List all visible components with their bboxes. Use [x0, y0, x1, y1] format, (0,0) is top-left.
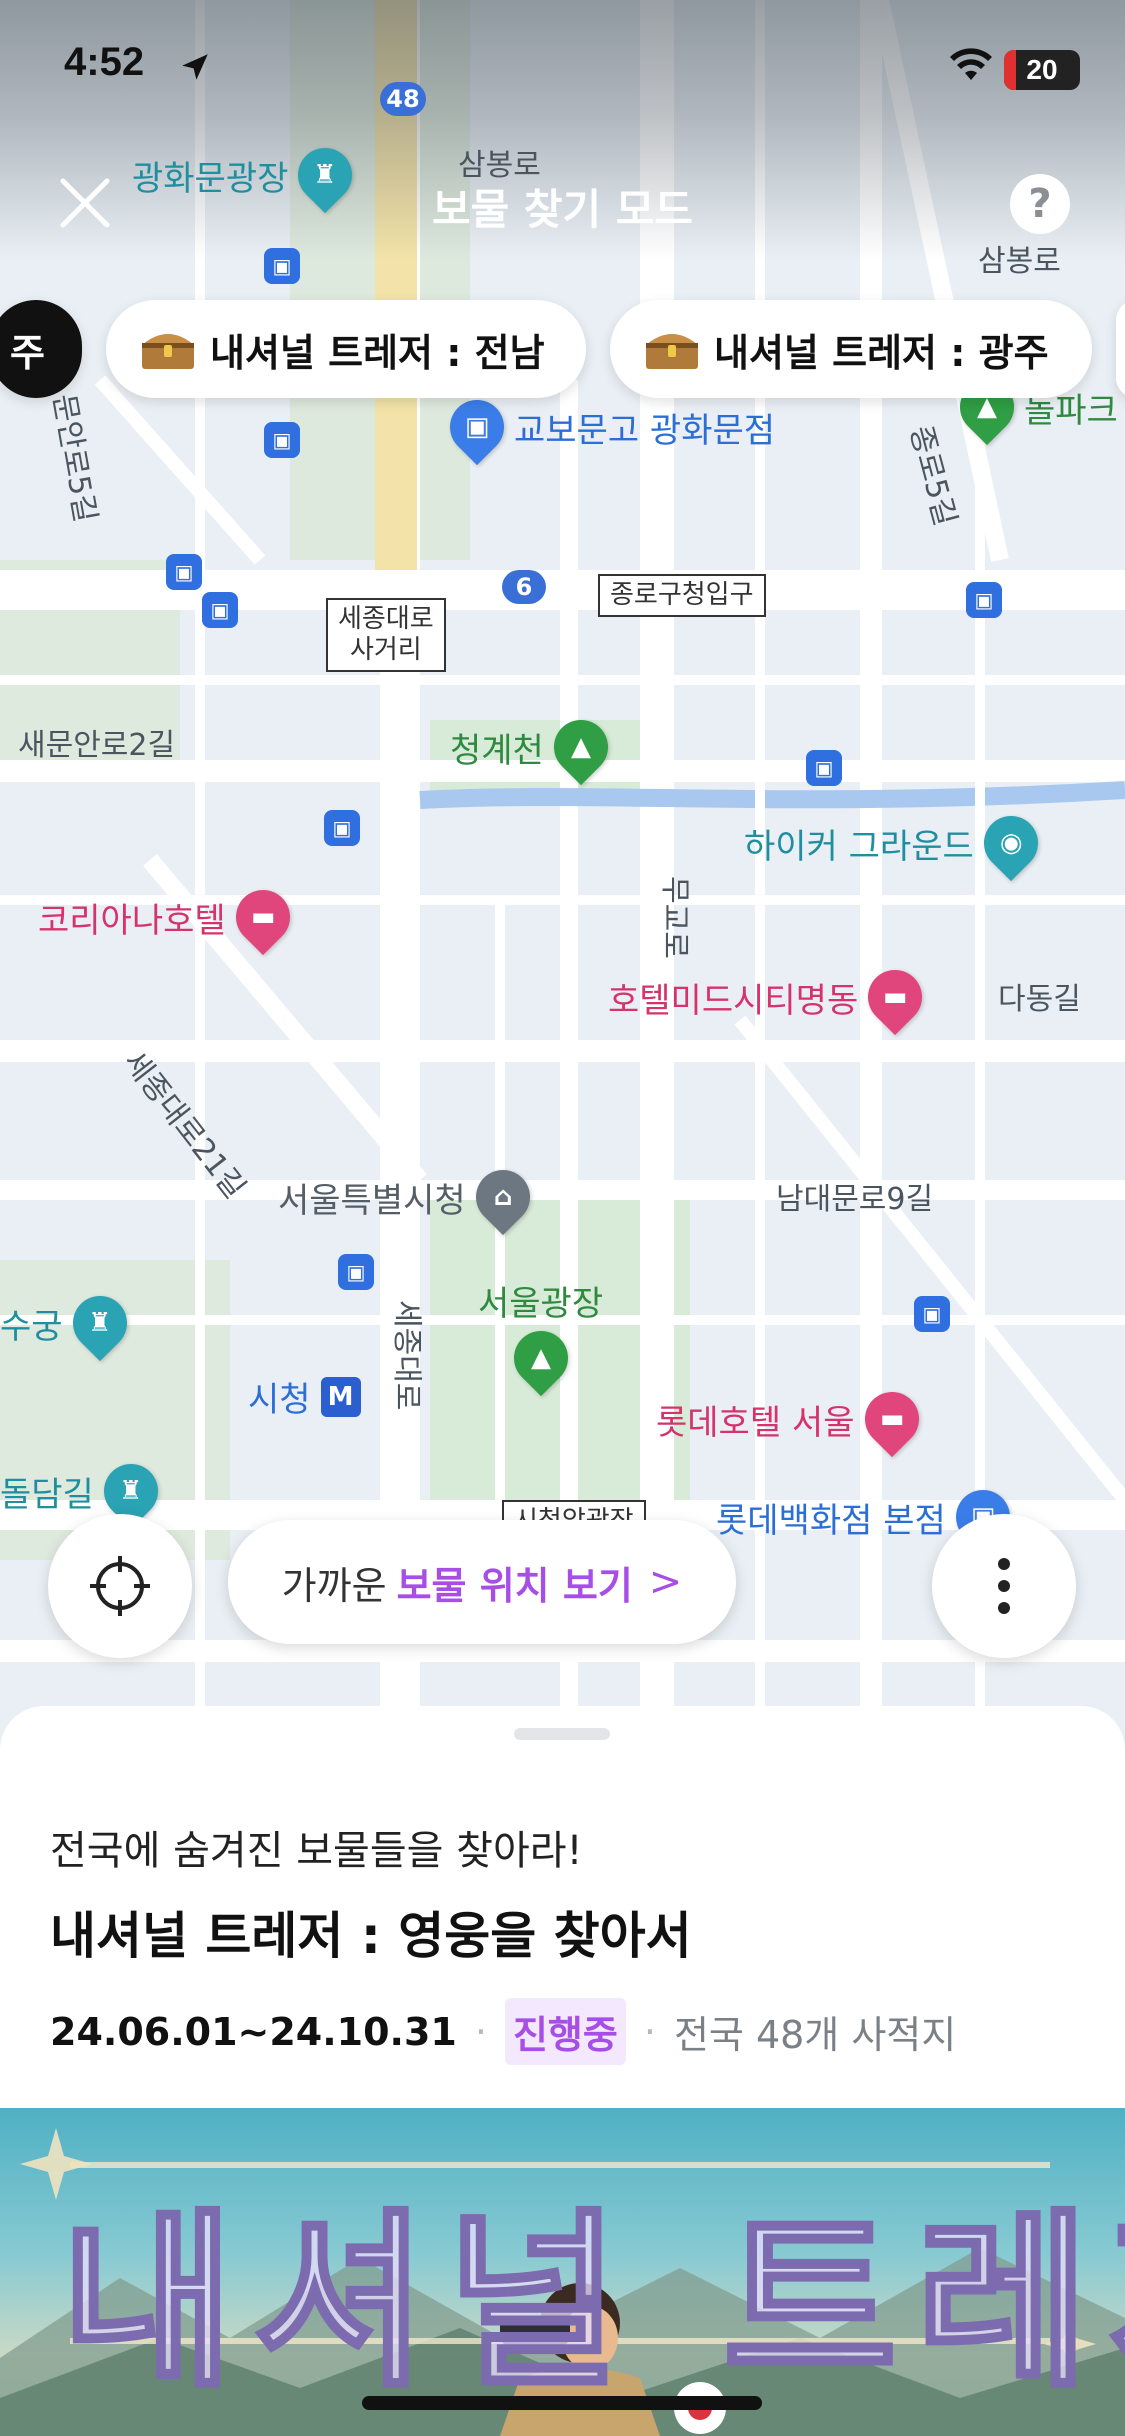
nearby-prefix: 가까운: [281, 1563, 387, 1608]
bus-stop-icon[interactable]: ▣: [966, 582, 1002, 618]
poi-cheonggyecheon[interactable]: 청계천 ▲: [450, 708, 620, 786]
hotel-bed-icon: ▬: [224, 878, 301, 956]
poi-hiker-ground[interactable]: 하이커 그라운드 ◉: [744, 804, 1049, 882]
chip-label: 주: [10, 330, 45, 375]
nearby-accent: 보물 위치 보기: [396, 1563, 633, 1608]
poi-label: 서울특별시청: [278, 1180, 466, 1221]
poi-lotte-hotel[interactable]: 롯데호텔 서울 ▬: [656, 1380, 930, 1458]
station-entrance-label: 종로구청입구: [598, 574, 766, 618]
event-meta: 24.06.01~24.10.31 · 진행중 · 전국 48개 사적지: [50, 1998, 956, 2065]
metro-icon: M: [320, 1376, 361, 1417]
bus-stop-icon[interactable]: ▣: [264, 422, 300, 458]
status-bar: 4:52 20: [0, 0, 1125, 130]
castle-icon: ♜: [61, 1284, 138, 1362]
hotel-bed-icon: ▬: [853, 1380, 930, 1458]
poi-deoksugung[interactable]: 수궁 ♜: [0, 1284, 138, 1362]
bus-stop-icon[interactable]: ▣: [166, 554, 202, 590]
street-label: 남대문로9길: [776, 1182, 934, 1217]
status-badge: 진행중: [504, 1998, 626, 2065]
event-title: 내셔널 트레저 : 영웅을 찾아서: [50, 1907, 692, 1965]
poi-label: 교보문고 광화문점: [514, 410, 776, 451]
banner-title: 내셔널 트레저: [58, 2190, 1125, 2415]
poi-label: 돌담길: [0, 1474, 94, 1515]
battery-indicator: 20: [1004, 50, 1080, 90]
crosshair-icon: [90, 1556, 150, 1616]
event-dates: 24.06.01~24.10.31: [50, 2009, 457, 2054]
tree-icon: ▲: [542, 708, 620, 786]
status-time: 4:52: [64, 40, 145, 84]
intersection-label: 세종대로 사거리: [326, 598, 446, 673]
treasure-chest-icon: [646, 334, 698, 369]
poi-label: 하이커 그라운드: [744, 826, 974, 867]
event-subtitle: 전국에 숨겨진 보물들을 찾아라!: [50, 1828, 583, 1874]
separator-dot: ·: [643, 2009, 656, 2054]
poi-doldam-gil[interactable]: 돌담길 ♜: [0, 1452, 170, 1530]
poi-label: 호텔미드시티명동: [608, 980, 859, 1021]
event-banner[interactable]: 내셔널 트레저: [0, 2108, 1125, 2436]
street-label: 세종대로: [389, 1300, 424, 1411]
chip-national-treasure-gwangju[interactable]: 내셔널 트레저 : 광주: [610, 300, 1092, 398]
chip-next[interactable]: [1116, 300, 1125, 398]
poi-label: 시청: [248, 1380, 311, 1420]
map-view[interactable]: 삼봉로 삼봉로 새문안로2길 세종대로21길 남대문로9길 다동길 세종대로 종…: [0, 0, 1125, 1760]
home-indicator: [362, 2396, 762, 2410]
street-label: 다동길: [998, 982, 1081, 1017]
government-building-icon: ⌂: [464, 1158, 541, 1236]
poi-label: 롯데백화점 본점: [716, 1500, 946, 1541]
page-title: 보물 찾기 모드: [431, 185, 694, 234]
more-vertical-icon: [998, 1558, 1010, 1614]
poi-label: 서울광장: [478, 1284, 604, 1324]
chip-label: 내셔널 트레저 : 전남: [210, 330, 545, 375]
chip-previous[interactable]: 주: [0, 300, 82, 398]
my-location-button[interactable]: [48, 1514, 192, 1658]
hotel-bed-icon: ▬: [857, 958, 934, 1036]
wifi-icon: [950, 48, 992, 80]
bottom-sheet[interactable]: 전국에 숨겨진 보물들을 찾아라! 내셔널 트레저 : 영웅을 찾아서 24.0…: [0, 1706, 1125, 2436]
shopping-bag-icon: ▣: [438, 388, 516, 466]
street-label: 무교로: [657, 876, 692, 959]
poi-kyobo[interactable]: ▣ 교보문고 광화문점: [438, 388, 776, 466]
bus-stop-icon[interactable]: ▣: [324, 810, 360, 846]
bus-stop-icon[interactable]: ▣: [806, 750, 842, 786]
poi-label: 롯데호텔 서울: [656, 1402, 855, 1443]
street-label: 삼봉로: [978, 244, 1061, 279]
camera-icon: ◉: [972, 804, 1049, 882]
poi-label: 수궁: [0, 1306, 63, 1347]
bus-stop-icon[interactable]: ▣: [914, 1296, 950, 1332]
sheet-drag-handle[interactable]: [514, 1728, 610, 1740]
street-label: 새문안로2길: [18, 728, 176, 763]
site-count: 전국 48개 사적지: [673, 2013, 957, 2057]
battery-level: 20: [1026, 54, 1058, 85]
poi-hotel-midcity[interactable]: 호텔미드시티명동 ▬: [608, 958, 934, 1036]
nearby-treasure-button[interactable]: 가까운 보물 위치 보기 >: [228, 1520, 736, 1644]
treasure-chest-icon: [142, 334, 194, 369]
poi-cityhall-station[interactable]: 시청 M: [248, 1372, 361, 1421]
route-badge: 6: [502, 570, 546, 604]
bus-stop-icon[interactable]: ▣: [264, 248, 300, 284]
bus-stop-icon[interactable]: ▣: [202, 592, 238, 628]
question-mark-icon: ?: [1028, 181, 1052, 227]
poi-koreana-hotel[interactable]: 코리아나호텔 ▬: [38, 878, 301, 956]
more-options-button[interactable]: [932, 1514, 1076, 1658]
poi-label: 코리아나호텔: [38, 900, 226, 941]
chevron-right-icon: >: [648, 1559, 683, 1605]
poi-seoul-city-hall[interactable]: 서울특별시청 ⌂: [278, 1158, 541, 1236]
bus-stop-icon[interactable]: ▣: [338, 1254, 374, 1290]
chip-national-treasure-jeonnam[interactable]: 내셔널 트레저 : 전남: [106, 300, 586, 398]
chip-label: 내셔널 트레저 : 광주: [714, 330, 1049, 375]
tree-icon: ▲: [502, 1319, 579, 1397]
poi-label: 청계천: [450, 730, 544, 771]
location-arrow-icon: [182, 54, 208, 80]
separator-dot: ·: [474, 2009, 487, 2054]
help-button[interactable]: ?: [1010, 174, 1070, 234]
poi-seoul-plaza[interactable]: 서울광장 ▲: [478, 1276, 604, 1397]
